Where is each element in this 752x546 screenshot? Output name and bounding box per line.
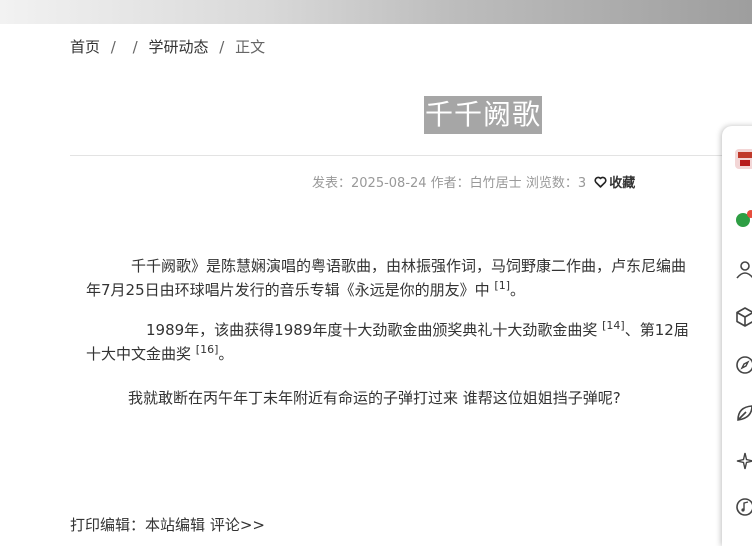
breadcrumb-home-link[interactable]: 首页: [70, 36, 100, 57]
favorite-button[interactable]: 收藏: [590, 176, 635, 191]
paragraph-line: 年7月25日由环球唱片发行的音乐专辑《永远是你的朋友》中 [1]。: [86, 278, 746, 302]
breadcrumb-separator: /: [132, 38, 138, 56]
music-icon[interactable]: [734, 496, 752, 518]
browser-top-bar: [0, 0, 752, 24]
citation-link[interactable]: [1]: [494, 279, 510, 292]
paragraph-line: 千千阙歌》是陈慧娴演唱的粤语歌曲，由林振强作词，马饲野康二作曲，卢东尼编曲: [131, 257, 687, 275]
paragraph-text: 。: [510, 281, 526, 299]
user-icon[interactable]: [734, 258, 752, 280]
breadcrumb-separator: /: [110, 38, 116, 56]
paragraph-text: 1989年，该曲获得1989年度十大劲歌金曲颁奖典礼十大劲歌金曲奖: [146, 321, 598, 339]
favorite-label: 收藏: [609, 176, 636, 191]
sparkle-icon[interactable]: [734, 450, 752, 472]
article-paragraph: 1989年，该曲获得1989年度十大劲歌金曲颁奖典礼十大劲歌金曲奖 [14]、第…: [86, 318, 746, 366]
citation-link[interactable]: [16]: [196, 343, 219, 356]
print-link[interactable]: 打印: [70, 516, 100, 534]
comment-link[interactable]: 评论>>: [210, 516, 265, 534]
breadcrumb: 首页 / / 学研动态 / 正文: [70, 36, 265, 57]
compass-icon[interactable]: [734, 354, 752, 376]
citation-link[interactable]: [14]: [602, 319, 625, 332]
leaf-icon[interactable]: [734, 402, 752, 424]
heart-icon: [594, 176, 607, 188]
article-title: 千千阙歌: [424, 96, 543, 134]
breadcrumb-current: 正文: [235, 38, 266, 56]
paragraph-text: 。: [218, 345, 234, 363]
app-logo-icon[interactable]: [734, 148, 752, 170]
article-paragraph: 我就敢断在丙午年丁未年附近有命运的子弹打过来 谁帮这位姐姐挡子弹呢?: [128, 389, 621, 407]
chat-icon[interactable]: [734, 208, 752, 230]
paragraph-line: 十大中文金曲奖 [16]。: [86, 342, 746, 366]
title-divider: [70, 155, 752, 156]
side-toolbar: [722, 126, 752, 546]
breadcrumb-separator: /: [219, 38, 225, 56]
paragraph-text: 、第12届: [624, 321, 689, 339]
paragraph-line: 1989年，该曲获得1989年度十大劲歌金曲颁奖典礼十大劲歌金曲奖 [14]、第…: [86, 318, 746, 342]
paragraph-text: 年7月25日由环球唱片发行的音乐专辑《永远是你的朋友》中: [86, 281, 490, 299]
editor-label: 编辑：本站编辑: [100, 516, 206, 534]
article-meta-text: 发表：2025-08-24 作者：白竹居士 浏览数：3: [312, 176, 587, 191]
breadcrumb-section-link[interactable]: 学研动态: [148, 36, 208, 57]
article-paragraph: 千千阙歌》是陈慧娴演唱的粤语歌曲，由林振强作词，马饲野康二作曲，卢东尼编曲 年7…: [86, 254, 746, 302]
paragraph-text: 十大中文金曲奖: [86, 345, 192, 363]
article-meta: 发表：2025-08-24 作者：白竹居士 浏览数：3 收藏: [312, 172, 635, 191]
cube-icon[interactable]: [734, 306, 752, 328]
